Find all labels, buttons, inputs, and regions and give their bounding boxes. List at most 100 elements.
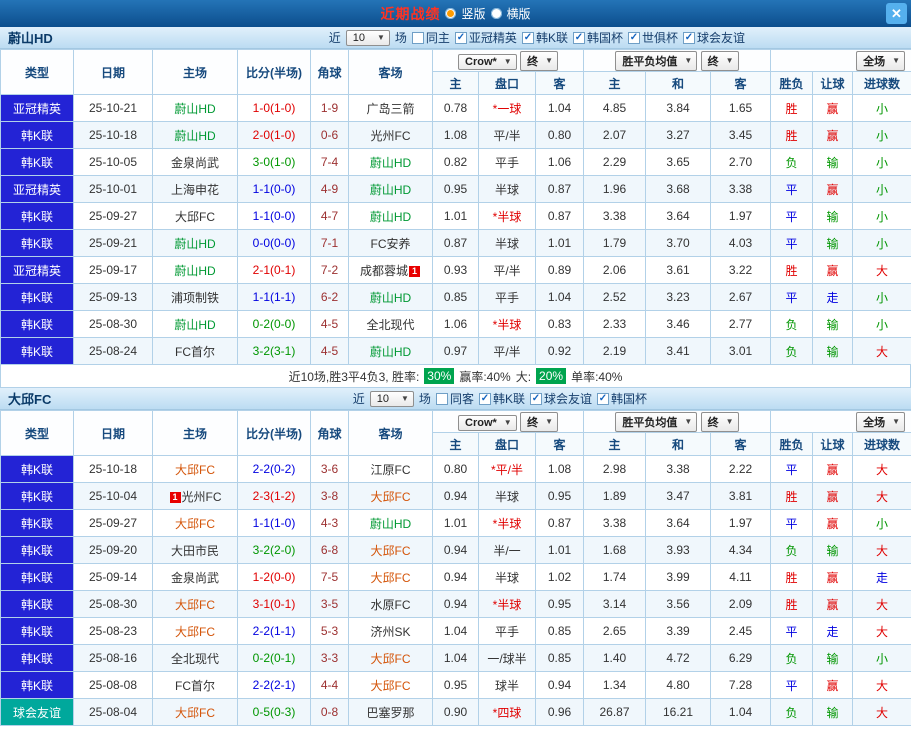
match-date: 25-09-13 [73, 283, 153, 311]
horizontal-layout-label[interactable]: 横版 [507, 5, 531, 22]
match-date: 25-10-21 [73, 94, 153, 122]
checkbox-unchecked-icon[interactable] [411, 31, 424, 44]
checkbox-unchecked-icon[interactable] [435, 392, 448, 405]
team-name-link[interactable]: 成都蓉城 [360, 264, 408, 278]
team-name-link[interactable]: 蔚山HD [370, 291, 411, 305]
team-name-link[interactable]: 金泉尚武 [171, 156, 219, 170]
match-date: 25-08-30 [73, 590, 153, 618]
checkbox-checked-icon[interactable]: ✓ [478, 392, 491, 405]
competition-filter-label[interactable]: 亚冠精英 [469, 29, 517, 46]
competition-filter-label[interactable]: 球会友谊 [544, 390, 592, 407]
checkbox-checked-icon[interactable]: ✓ [529, 392, 542, 405]
home-team-cell: 大邱FC [152, 455, 238, 483]
bookmaker-select[interactable]: Crow* ▼ [458, 414, 517, 431]
team-name-link[interactable]: 光州FC [371, 129, 411, 143]
team-name-link[interactable]: 大邱FC [371, 679, 411, 693]
team-name-link[interactable]: 光州FC [182, 490, 222, 504]
team-name-link[interactable]: 蔚山HD [174, 237, 215, 251]
home-team-cell: 全北现代 [152, 644, 238, 672]
team-name-link[interactable]: 大邱FC [175, 598, 215, 612]
team-name-link[interactable]: 大邱FC [175, 463, 215, 477]
team-name-link[interactable]: 蔚山HD [370, 345, 411, 359]
team-name-link[interactable]: 水原FC [371, 598, 411, 612]
team-name-link[interactable]: 蔚山HD [370, 210, 411, 224]
team-name-link[interactable]: FC首尔 [175, 679, 215, 693]
team-name-link[interactable]: 巴塞罗那 [366, 706, 414, 720]
team-name-link[interactable]: 江原FC [371, 463, 411, 477]
result-goals: 小 [852, 202, 911, 230]
team-name-link[interactable]: 蔚山HD [370, 517, 411, 531]
team-name-link[interactable]: 大邱FC [175, 517, 215, 531]
checkbox-checked-icon[interactable]: ✓ [627, 31, 640, 44]
team-name-link[interactable]: FC首尔 [175, 345, 215, 359]
competition-filter-label[interactable]: 韩国杯 [611, 390, 647, 407]
team-name-link[interactable]: 大邱FC [175, 210, 215, 224]
team-name-link[interactable]: 上海申花 [171, 183, 219, 197]
team-name-link[interactable]: 浦项制铁 [171, 291, 219, 305]
match-count-select[interactable]: 10 ▼ [369, 390, 414, 407]
team-name-link[interactable]: 蔚山HD [174, 102, 215, 116]
competition-filter[interactable]: ✓ 韩国杯 [572, 29, 623, 46]
competition-filter[interactable]: ✓ 球会友谊 [682, 29, 745, 46]
result-handicap: 输 [812, 337, 854, 365]
team-name-link[interactable]: 大田市民 [171, 544, 219, 558]
team-name-link[interactable]: 蔚山HD [174, 264, 215, 278]
team-name-link[interactable]: 济州SK [370, 625, 410, 639]
team-name-link[interactable]: 蔚山HD [370, 183, 411, 197]
competition-filter-label[interactable]: 世俱杯 [642, 29, 678, 46]
same-home-filter[interactable]: 同主 [411, 29, 450, 46]
checkbox-checked-icon[interactable]: ✓ [454, 31, 467, 44]
same-home-label[interactable]: 同主 [426, 29, 450, 46]
final-handicap-select[interactable]: 终 ▼ [520, 411, 558, 432]
team-name-link[interactable]: 大邱FC [371, 571, 411, 585]
same-away-filter[interactable]: 同客 [435, 390, 474, 407]
competition-filter-label[interactable]: 韩K联 [536, 29, 568, 46]
avg-odds-select[interactable]: 胜平负均值 ▼ [615, 411, 698, 432]
team-name-link[interactable]: 全北现代 [171, 652, 219, 666]
score: 2-2(2-1) [237, 671, 311, 699]
scope-select[interactable]: 全场 ▼ [856, 50, 906, 71]
team-name-link[interactable]: 全北现代 [366, 318, 414, 332]
competition-filter-label[interactable]: 韩国杯 [587, 29, 623, 46]
horizontal-layout-radio[interactable] [490, 8, 502, 19]
team-name-link[interactable]: 大邱FC [175, 625, 215, 639]
avg-odds-draw: 3.56 [645, 590, 711, 618]
team-name-link[interactable]: 蔚山HD [174, 129, 215, 143]
checkbox-checked-icon[interactable]: ✓ [521, 31, 534, 44]
match-count-select[interactable]: 10 ▼ [345, 29, 390, 46]
vertical-layout-radio[interactable] [445, 8, 457, 19]
avg-odds-home: 1.40 [583, 644, 646, 672]
score: 1-2(0-0) [237, 563, 311, 591]
team-name-link[interactable]: 大邱FC [371, 490, 411, 504]
avg-odds-select[interactable]: 胜平负均值 ▼ [615, 50, 698, 71]
team-name-link[interactable]: FC安养 [371, 237, 411, 251]
final-handicap-select[interactable]: 终 ▼ [520, 50, 558, 71]
away-team-cell: 蔚山HD [348, 509, 433, 537]
bookmaker-select[interactable]: Crow* ▼ [458, 53, 517, 70]
competition-filter[interactable]: ✓ 亚冠精英 [454, 29, 517, 46]
scope-select[interactable]: 全场 ▼ [856, 411, 906, 432]
team-name-link[interactable]: 蔚山HD [370, 156, 411, 170]
final-avg-select[interactable]: 终 ▼ [700, 50, 739, 71]
team-name-link[interactable]: 大邱FC [175, 706, 215, 720]
competition-filter[interactable]: ✓ 球会友谊 [529, 390, 592, 407]
checkbox-checked-icon[interactable]: ✓ [682, 31, 695, 44]
competition-filter[interactable]: ✓ 世俱杯 [627, 29, 678, 46]
team-name-link[interactable]: 金泉尚武 [171, 571, 219, 585]
competition-filter-label[interactable]: 韩K联 [493, 390, 525, 407]
checkbox-checked-icon[interactable]: ✓ [572, 31, 585, 44]
team-name-link[interactable]: 大邱FC [371, 544, 411, 558]
competition-filter[interactable]: ✓ 韩K联 [478, 390, 525, 407]
close-button[interactable]: ✕ [886, 3, 907, 24]
final-avg-select[interactable]: 终 ▼ [700, 411, 739, 432]
same-away-label[interactable]: 同客 [450, 390, 474, 407]
checkbox-checked-icon[interactable]: ✓ [596, 392, 609, 405]
vertical-layout-label[interactable]: 竖版 [461, 5, 485, 22]
competition-filter[interactable]: ✓ 韩国杯 [596, 390, 647, 407]
team-name-link[interactable]: 广岛三箭 [366, 102, 414, 116]
match-date: 25-08-30 [73, 310, 153, 338]
competition-filter[interactable]: ✓ 韩K联 [521, 29, 568, 46]
team-name-link[interactable]: 蔚山HD [174, 318, 215, 332]
competition-filter-label[interactable]: 球会友谊 [697, 29, 745, 46]
team-name-link[interactable]: 大邱FC [371, 652, 411, 666]
